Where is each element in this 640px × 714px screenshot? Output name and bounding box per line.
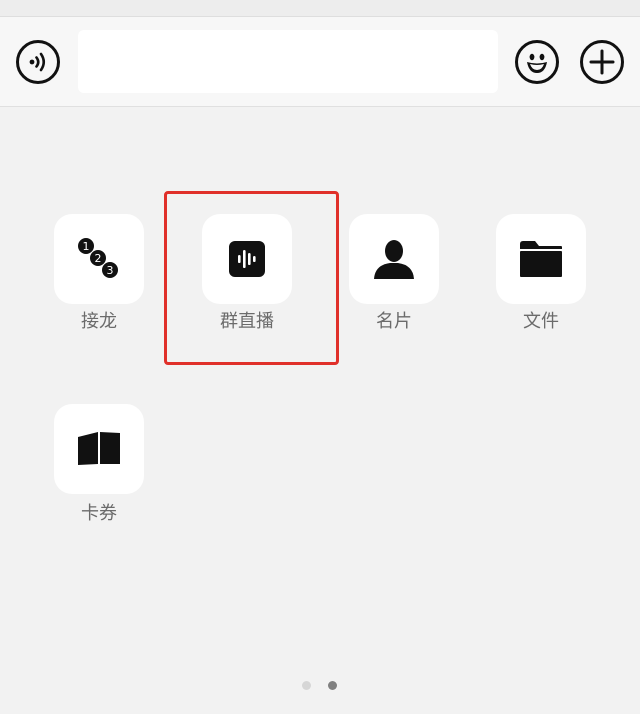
app-label-solitaire: 接龙 xyxy=(81,311,117,332)
plus-icon[interactable] xyxy=(580,40,624,84)
pager-dot-2-active[interactable] xyxy=(328,681,337,690)
chain-number-2: 2 xyxy=(95,252,102,265)
folder-icon xyxy=(520,241,562,277)
smiley-face-icon[interactable] xyxy=(515,40,559,84)
status-strip xyxy=(0,0,640,17)
pager-dot-1[interactable] xyxy=(302,681,311,690)
app-tile-file[interactable] xyxy=(496,214,586,304)
chat-input-bar xyxy=(0,17,640,107)
app-label-coupon: 卡券 xyxy=(81,503,117,524)
chain-number-1: 1 xyxy=(83,240,90,253)
app-label-file: 文件 xyxy=(523,311,559,332)
message-input[interactable] xyxy=(78,30,498,93)
chain-number-3: 3 xyxy=(107,264,114,277)
ticket-coupon-icon xyxy=(78,432,120,465)
more-functions-panel: 1 2 3 接龙 群直播 名片 文件 卡券 xyxy=(0,107,640,714)
app-tile-solitaire[interactable]: 1 2 3 xyxy=(54,214,144,304)
highlight-frame xyxy=(164,191,339,365)
app-label-contact-card: 名片 xyxy=(376,311,412,332)
numbered-chain-icon: 1 2 3 xyxy=(78,238,118,278)
voice-wave-icon[interactable] xyxy=(16,40,60,84)
app-tile-contact-card[interactable] xyxy=(349,214,439,304)
person-card-icon xyxy=(374,240,414,279)
app-tile-coupon[interactable] xyxy=(54,404,144,494)
